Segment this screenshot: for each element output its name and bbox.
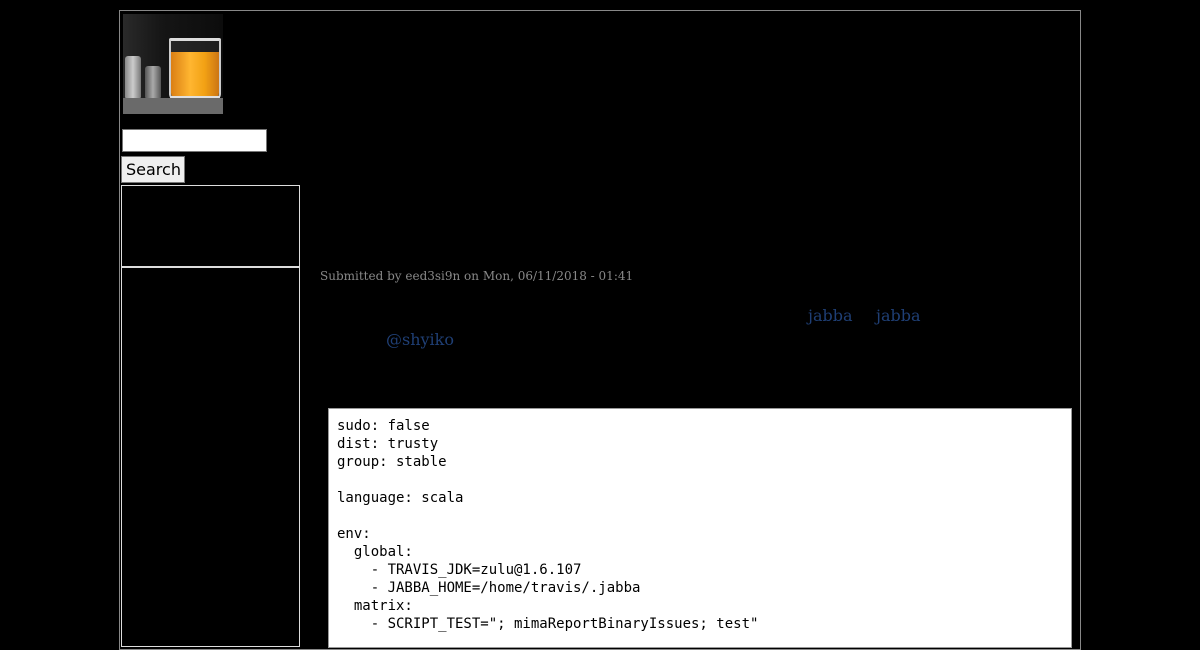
- code-line: env:: [337, 526, 371, 542]
- logo-bottle-icon: [125, 56, 141, 98]
- sidebar-block: [121, 267, 300, 647]
- submitted-meta: Submitted by eed3si9n on Mon, 06/11/2018…: [320, 269, 634, 283]
- search-button[interactable]: Search: [121, 156, 185, 183]
- code-content: sudo: false dist: trusty group: stable l…: [337, 417, 1063, 633]
- code-line: - JABBA_HOME=/home/travis/.jabba: [337, 580, 641, 596]
- code-block: sudo: false dist: trusty group: stable l…: [328, 408, 1072, 648]
- logo-bottle-icon: [145, 66, 161, 98]
- code-line: group: stable: [337, 454, 447, 470]
- jabba-link[interactable]: jabba: [808, 306, 853, 325]
- code-line: language: scala: [337, 490, 464, 506]
- code-line: - TRAVIS_JDK=zulu@1.6.107: [337, 562, 582, 578]
- code-line: matrix:: [337, 598, 413, 614]
- code-line: sudo: false: [337, 418, 430, 434]
- logo-shelf: [123, 98, 223, 114]
- page-container: Search Submitted by eed3si9n on Mon, 06/…: [119, 10, 1081, 650]
- search-input[interactable]: [122, 129, 267, 152]
- glass-icon: [169, 38, 221, 100]
- code-line: dist: trusty: [337, 436, 439, 452]
- sidebar-block: [121, 185, 300, 267]
- code-line: global:: [337, 544, 413, 560]
- shyiko-mention-link[interactable]: @shyiko: [386, 330, 454, 349]
- jabba-link[interactable]: jabba: [876, 306, 921, 325]
- site-logo[interactable]: [123, 14, 223, 114]
